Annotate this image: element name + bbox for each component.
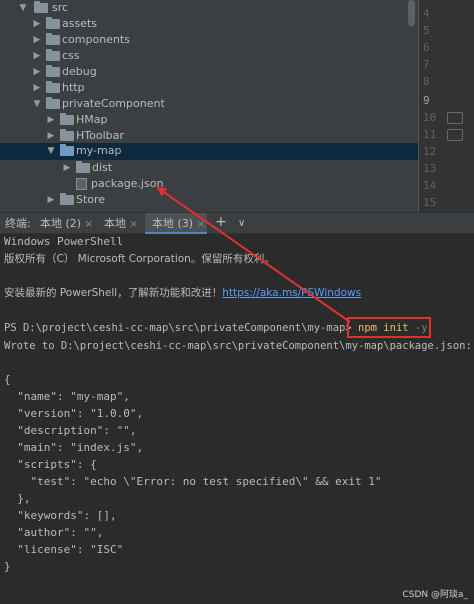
json-line: "license": "ISC" (4, 543, 124, 556)
terminal-output[interactable]: Windows PowerShell 版权所有（C） Microsoft Cor… (0, 234, 474, 604)
close-icon[interactable]: × (85, 219, 93, 230)
json-line: "author": "", (4, 526, 104, 539)
fold-marker-icon[interactable] (447, 112, 463, 124)
chevron-right-icon[interactable]: ▶ (46, 192, 56, 208)
terminal-line: Windows PowerShell (4, 235, 124, 248)
tree-item-label: debug (62, 65, 97, 78)
chevron-down-icon[interactable]: ▼ (18, 0, 28, 16)
folder-icon (46, 97, 60, 109)
line-number: 5 (423, 24, 430, 37)
tree-item-label: package.json (91, 177, 164, 190)
line-number: 12 (423, 145, 437, 158)
chevron-right-icon[interactable]: ▶ (32, 48, 42, 64)
line-number: 13 (423, 162, 437, 175)
terminal-prompt: PS D:\project\ceshi-cc-map\src\privateCo… (4, 322, 352, 334)
folder-icon (46, 49, 60, 61)
folder-icon (46, 81, 60, 93)
folder-icon (34, 1, 48, 13)
watermark: CSDN @阿琰a_ (402, 590, 468, 600)
terminal-title: 终端: (5, 217, 31, 230)
project-tree: ▼ src ▶ assets ▶ components ▶ css ▶ debu… (0, 0, 418, 212)
chevron-right-icon[interactable]: ▶ (62, 160, 72, 176)
line-number: 4 (423, 7, 430, 20)
line-number: 8 (423, 75, 430, 88)
json-line: { (4, 373, 11, 386)
tree-item-label: http (62, 81, 85, 94)
folder-icon (46, 33, 60, 45)
tab-label: 本地 (2) (40, 217, 82, 230)
folder-icon (60, 144, 74, 156)
tree-item-label: dist (92, 161, 113, 174)
powershell-link[interactable]: https://aka.ms/PSWindows (222, 287, 361, 299)
tab-local[interactable]: 本地 × (104, 216, 138, 233)
folder-icon (60, 113, 74, 125)
terminal-line: Wrote to D:\project\ceshi-cc-map\src\pri… (4, 340, 472, 352)
tree-item-label: HToolbar (76, 129, 124, 142)
fold-marker-icon[interactable] (447, 129, 463, 141)
line-number: 9 (423, 94, 430, 107)
chevron-right-icon[interactable]: ▶ (32, 64, 42, 80)
tree-item-label: assets (62, 17, 98, 30)
chevron-right-icon[interactable]: ▶ (46, 112, 56, 128)
tree-item-label: privateComponent (62, 97, 165, 110)
tree-item-label: Store (76, 193, 106, 206)
terminal-line: 版权所有（C） Microsoft Corporation。保留所有权利。 (4, 253, 275, 265)
add-tab-button[interactable]: + (215, 214, 227, 230)
line-number: 14 (423, 179, 437, 192)
close-icon[interactable]: × (197, 219, 205, 230)
tab-label: 本地 (104, 217, 126, 230)
line-number: 6 (423, 41, 430, 54)
folder-icon (46, 17, 60, 29)
line-number: 7 (423, 58, 430, 71)
json-line: "name": "my-map", (4, 390, 130, 403)
editor-gutter: 4 5 6 7 8 9 10 11 12 13 14 15 (418, 0, 474, 212)
folder-icon (76, 161, 90, 173)
folder-icon (46, 65, 60, 77)
chevron-right-icon[interactable]: ▶ (46, 128, 56, 144)
json-line: "version": "1.0.0", (4, 407, 144, 420)
tab-local-3[interactable]: 本地 (3) × (152, 216, 205, 233)
json-line: "main": "index.js", (4, 441, 144, 454)
json-line: "description": "", (4, 424, 137, 437)
json-line: "scripts": { (4, 458, 97, 471)
command-highlight-box (347, 317, 431, 338)
chevron-right-icon[interactable]: ▶ (32, 80, 42, 96)
line-number: 15 (423, 196, 437, 209)
json-line: "test": "echo \"Error: no test specified… (4, 475, 382, 488)
tree-item-label: src (52, 1, 69, 14)
tree-item-label: css (62, 49, 80, 62)
terminal-text: 安装最新的 PowerShell，了解新功能和改进！ (4, 287, 223, 299)
tab-local-2[interactable]: 本地 (2) × (40, 216, 93, 233)
chevron-down-icon[interactable]: ∨ (238, 216, 245, 232)
chevron-right-icon[interactable]: ▶ (32, 32, 42, 48)
tree-item-label: my-map (76, 144, 122, 157)
chevron-down-icon[interactable]: ▼ (32, 96, 42, 112)
tree-scrollbar[interactable] (408, 0, 415, 26)
chevron-right-icon[interactable]: ▶ (32, 16, 42, 32)
json-line: }, (4, 492, 31, 505)
tab-label: 本地 (3) (152, 217, 194, 230)
terminal-tab-bar: 终端: 本地 (2) × 本地 × 本地 (3) × + ∨ (0, 212, 474, 234)
tree-item-my-map[interactable]: ▼ my-map (0, 143, 418, 160)
chevron-down-icon[interactable]: ▼ (46, 143, 56, 159)
folder-icon (60, 193, 74, 205)
tree-item-label: HMap (76, 113, 108, 126)
json-line: } (4, 560, 11, 573)
json-file-icon (76, 178, 87, 190)
terminal-line: 安装最新的 PowerShell，了解新功能和改进！https://aka.ms… (4, 286, 361, 300)
folder-icon (60, 129, 74, 141)
tree-item-label: components (62, 33, 130, 46)
json-line: "keywords": [], (4, 509, 117, 522)
close-icon[interactable]: × (130, 219, 138, 230)
